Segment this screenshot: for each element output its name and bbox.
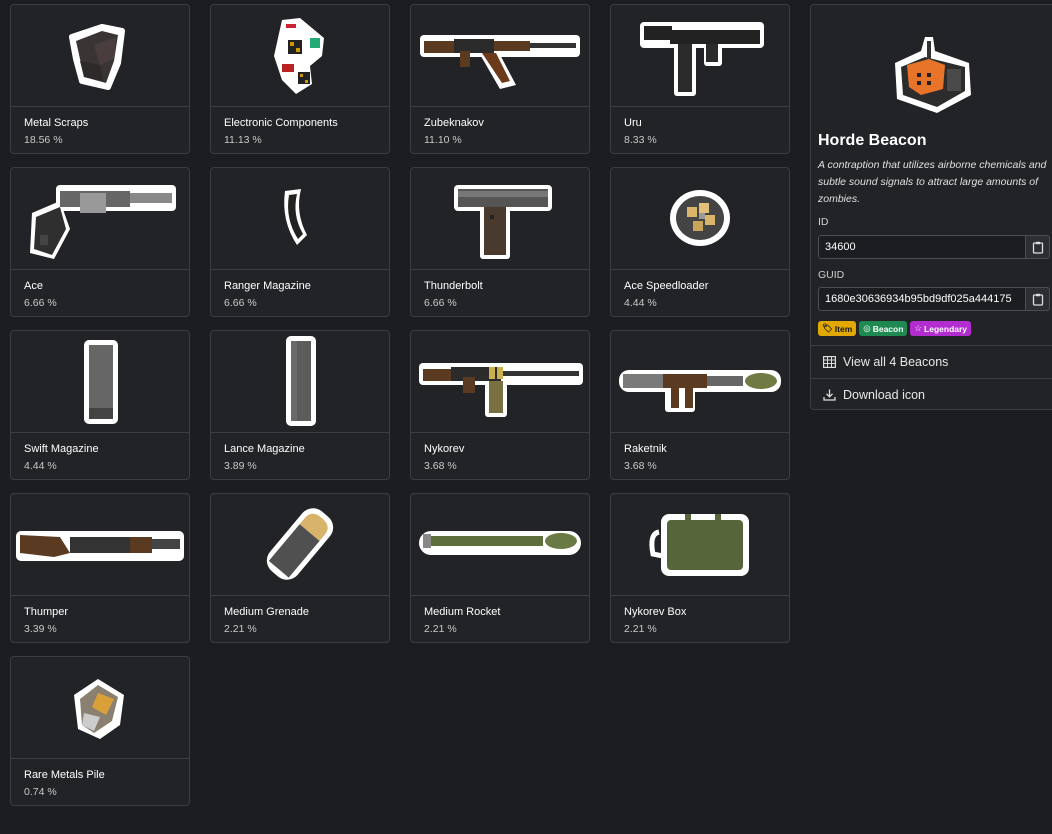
item-name: Nykorev	[424, 443, 465, 455]
tag-beacon[interactable]: ◎ Beacon	[859, 321, 908, 336]
view-all-label: View all 4 Beacons	[843, 354, 949, 369]
metal-scraps-icon	[11, 5, 189, 105]
tag-item[interactable]: 🏷 Item	[818, 321, 857, 336]
copy-guid-button[interactable]	[1026, 287, 1050, 311]
item-name: Medium Rocket	[424, 606, 501, 618]
item-card[interactable]: Metal Scraps 18.56 %	[10, 4, 190, 154]
item-card[interactable]: Nykorev Box 2.21 %	[610, 493, 790, 643]
item-name: Ace Speedloader	[624, 280, 709, 292]
item-card[interactable]: Ranger Magazine 6.66 %	[210, 167, 390, 317]
item-drop-chance: 3.39 %	[24, 623, 57, 635]
tag-legendary[interactable]: ☆ Legendary	[910, 321, 972, 336]
item-card[interactable]: Nykorev 3.68 %	[410, 330, 590, 480]
item-name: Electronic Components	[224, 117, 338, 129]
id-value[interactable]: 34600	[818, 235, 1026, 259]
rifle-icon	[411, 5, 589, 105]
item-card[interactable]: Thunderbolt 6.66 %	[410, 167, 590, 317]
id-field: 34600	[818, 235, 1050, 259]
machine-gun-icon	[411, 331, 589, 431]
item-drop-chance: 3.68 %	[424, 460, 457, 472]
item-drop-chance: 3.89 %	[224, 460, 257, 472]
magazine-icon	[211, 331, 389, 431]
magazine-icon	[11, 331, 189, 431]
item-card[interactable]: Lance Magazine 3.89 %	[210, 330, 390, 480]
item-drop-chance: 4.44 %	[624, 297, 657, 309]
grenade-icon	[211, 494, 389, 594]
revolver-icon	[11, 168, 189, 268]
ammo-box-icon	[611, 494, 789, 594]
item-name: Uru	[624, 117, 642, 129]
download-icon-link[interactable]: Download icon	[811, 378, 1052, 410]
item-card[interactable]: Medium Grenade 2.21 %	[210, 493, 390, 643]
item-drop-chance: 2.21 %	[624, 623, 657, 635]
item-title: Horde Beacon	[818, 132, 927, 149]
item-card[interactable]: Ace Speedloader 4.44 %	[610, 167, 790, 317]
item-card[interactable]: Thumper 3.39 %	[10, 493, 190, 643]
guid-field: 1680e30636934b95bd9df025a444175	[818, 287, 1050, 311]
beacon-icon: ◎	[863, 323, 871, 333]
item-name: Thunderbolt	[424, 280, 483, 292]
item-detail-panel: Horde Beacon A contraption that utilizes…	[810, 4, 1052, 410]
item-drop-chance: 11.10 %	[424, 134, 462, 146]
item-card[interactable]: Raketnik 3.68 %	[610, 330, 790, 480]
item-name: Thumper	[24, 606, 69, 618]
item-name: Metal Scraps	[24, 117, 89, 129]
item-card[interactable]: Swift Magazine 4.44 %	[10, 330, 190, 480]
item-drop-chance: 8.33 %	[624, 134, 657, 146]
item-description: A contraption that utilizes airborne che…	[818, 159, 1047, 205]
item-drop-chance: 4.44 %	[24, 460, 57, 472]
item-drop-chance: 2.21 %	[424, 623, 457, 635]
item-card[interactable]: Medium Rocket 2.21 %	[410, 493, 590, 643]
tag-icon: 🏷	[822, 323, 833, 333]
id-label: ID	[818, 216, 829, 228]
item-card[interactable]: Zubeknakov 11.10 %	[410, 4, 590, 154]
item-name: Ranger Magazine	[224, 280, 311, 292]
item-drop-chance: 6.66 %	[24, 297, 57, 309]
item-name: Rare Metals Pile	[24, 769, 105, 781]
download-label: Download icon	[843, 387, 925, 402]
item-name: Ace	[24, 280, 43, 292]
electronic-components-icon	[211, 5, 389, 105]
item-tags: 🏷 Item ◎ Beacon ☆ Legendary	[818, 321, 972, 336]
item-card[interactable]: Uru 8.33 %	[610, 4, 790, 154]
item-drop-chance: 11.13 %	[224, 134, 262, 146]
pistol-icon	[411, 168, 589, 268]
item-name: Swift Magazine	[24, 443, 99, 455]
rocket-icon	[411, 494, 589, 594]
clipboard-icon	[1032, 241, 1043, 254]
smg-icon	[611, 5, 789, 105]
item-name: Raketnik	[624, 443, 667, 455]
rare-metals-icon	[11, 657, 189, 757]
item-drop-chance: 6.66 %	[224, 297, 257, 309]
item-name: Medium Grenade	[224, 606, 309, 618]
star-icon: ☆	[914, 323, 923, 333]
view-all-beacons-link[interactable]: View all 4 Beacons	[811, 345, 1052, 377]
table-icon	[823, 355, 836, 368]
guid-label: GUID	[818, 269, 845, 281]
copy-id-button[interactable]	[1026, 235, 1050, 259]
item-drop-chance: 3.68 %	[624, 460, 657, 472]
item-drop-chance: 18.56 %	[24, 134, 63, 146]
item-name: Lance Magazine	[224, 443, 305, 455]
item-card[interactable]: Electronic Components 11.13 %	[210, 4, 390, 154]
item-name: Zubeknakov	[424, 117, 484, 129]
guid-value[interactable]: 1680e30636934b95bd9df025a444175	[818, 287, 1026, 311]
item-drop-chance: 2.21 %	[224, 623, 257, 635]
item-drop-chance: 0.74 %	[24, 786, 57, 798]
download-icon	[823, 389, 836, 401]
magazine-icon	[211, 168, 389, 268]
item-card[interactable]: Ace 6.66 %	[10, 167, 190, 317]
speedloader-icon	[611, 168, 789, 268]
grenade-launcher-icon	[11, 494, 189, 594]
item-drop-chance: 6.66 %	[424, 297, 457, 309]
horde-beacon-icon	[881, 29, 981, 119]
clipboard-icon	[1032, 293, 1043, 306]
item-name: Nykorev Box	[624, 606, 687, 618]
rocket-launcher-icon	[611, 331, 789, 431]
item-card[interactable]: Rare Metals Pile 0.74 %	[10, 656, 190, 806]
